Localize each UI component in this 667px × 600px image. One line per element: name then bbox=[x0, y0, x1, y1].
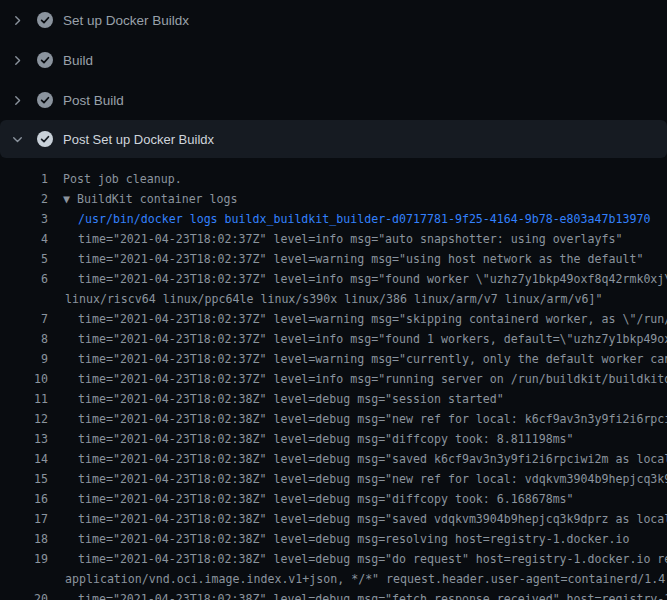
log-row: 19 time="2021-04-23T18:02:38Z" level=debu… bbox=[0, 549, 667, 569]
log-row: 20 time="2021-04-23T18:02:38Z" level=debu… bbox=[0, 589, 667, 600]
log-line-number[interactable]: 11 bbox=[0, 389, 48, 409]
step-title: Set up Docker Buildx bbox=[63, 13, 189, 28]
check-circle-icon bbox=[37, 92, 53, 108]
steps-list: Set up Docker Buildx Build Post Build Post … bbox=[0, 0, 667, 158]
log-line-number[interactable]: 18 bbox=[0, 529, 48, 549]
log-line-text: time="2021-04-23T18:02:38Z" level=debug … bbox=[78, 549, 667, 569]
step-title: Build bbox=[63, 53, 93, 68]
log-line-number[interactable]: 4 bbox=[0, 229, 48, 249]
chevron-down-icon bbox=[12, 131, 23, 147]
log-line-text: time="2021-04-23T18:02:38Z" level=debug … bbox=[78, 529, 629, 549]
log-line-number[interactable]: 2 bbox=[0, 189, 48, 209]
log-line-text: time="2021-04-23T18:02:38Z" level=debug … bbox=[78, 429, 574, 449]
log-command-text: /usr/bin/docker logs buildx_buildkit_bui… bbox=[78, 209, 650, 229]
log-row: 2 ▼ BuildKit container logs bbox=[0, 189, 667, 209]
log-line-text: time="2021-04-23T18:02:38Z" level=debug … bbox=[78, 409, 667, 429]
step-header-post-set-up-docker-buildx[interactable]: Post Set up Docker Buildx bbox=[0, 120, 667, 158]
step-header-set-up-docker-buildx[interactable]: Set up Docker Buildx bbox=[0, 0, 667, 40]
log-row: 18 time="2021-04-23T18:02:38Z" level=debu… bbox=[0, 529, 667, 549]
log-line-number[interactable]: 15 bbox=[0, 469, 48, 489]
step-header-post-build[interactable]: Post Build bbox=[0, 80, 667, 120]
log-line-text: time="2021-04-23T18:02:37Z" level=info m… bbox=[78, 329, 667, 349]
log-line-text: application/vnd.oci.image.index.v1+json,… bbox=[65, 569, 667, 589]
log-row: 5 time="2021-04-23T18:02:37Z" level=warni… bbox=[0, 249, 667, 269]
log-row: 14 time="2021-04-23T18:02:38Z" level=debu… bbox=[0, 449, 667, 469]
log-line-number[interactable]: 14 bbox=[0, 449, 48, 469]
log-line-number[interactable]: 13 bbox=[0, 429, 48, 449]
log-line-text: time="2021-04-23T18:02:37Z" level=warnin… bbox=[78, 349, 667, 369]
log-line-text: time="2021-04-23T18:02:38Z" level=debug … bbox=[78, 489, 574, 509]
chevron-right-icon bbox=[12, 52, 23, 68]
log-line-number[interactable]: 9 bbox=[0, 349, 48, 369]
log-line-text: time="2021-04-23T18:02:37Z" level=info m… bbox=[78, 229, 622, 249]
log-row: 16 time="2021-04-23T18:02:38Z" level=debu… bbox=[0, 489, 667, 509]
log-line-number[interactable]: 16 bbox=[0, 489, 48, 509]
log-row: linux/riscv64 linux/ppc64le linux/s390x … bbox=[0, 289, 667, 309]
log-line-number[interactable]: 10 bbox=[0, 369, 48, 389]
check-circle-icon bbox=[37, 12, 53, 28]
log-line-number[interactable]: 5 bbox=[0, 249, 48, 269]
log-line-number[interactable]: 20 bbox=[0, 589, 48, 600]
log-line-number[interactable]: 6 bbox=[0, 269, 48, 289]
log-line-text: time="2021-04-23T18:02:38Z" level=debug … bbox=[78, 469, 667, 489]
log-line-text: time="2021-04-23T18:02:38Z" level=debug … bbox=[78, 389, 504, 409]
log-row: 8 time="2021-04-23T18:02:37Z" level=info … bbox=[0, 329, 667, 349]
chevron-right-icon bbox=[12, 92, 23, 108]
log-line-text: time="2021-04-23T18:02:37Z" level=info m… bbox=[78, 269, 667, 289]
log-line-text: time="2021-04-23T18:02:37Z" level=info m… bbox=[78, 369, 667, 389]
step-header-build[interactable]: Build bbox=[0, 40, 667, 80]
log-row: 7 time="2021-04-23T18:02:37Z" level=warni… bbox=[0, 309, 667, 329]
log-line-number[interactable]: 19 bbox=[0, 549, 48, 569]
log-row: 9 time="2021-04-23T18:02:37Z" level=warni… bbox=[0, 349, 667, 369]
log-line-text: time="2021-04-23T18:02:37Z" level=warnin… bbox=[78, 309, 667, 329]
log-group-toggle[interactable]: ▼ BuildKit container logs bbox=[63, 189, 238, 209]
log-line-text: time="2021-04-23T18:02:38Z" level=debug … bbox=[78, 589, 667, 600]
log-line-number[interactable]: 1 bbox=[0, 169, 48, 189]
log-line-number bbox=[0, 289, 48, 309]
log-row: 10 time="2021-04-23T18:02:37Z" level=info… bbox=[0, 369, 667, 389]
log-output: 1 Post job cleanup. 2 ▼ BuildKit container … bbox=[0, 169, 667, 600]
log-row: 12 time="2021-04-23T18:02:38Z" level=debu… bbox=[0, 409, 667, 429]
log-line-text: Post job cleanup. bbox=[63, 169, 182, 189]
log-row: 13 time="2021-04-23T18:02:38Z" level=debu… bbox=[0, 429, 667, 449]
log-line-text: time="2021-04-23T18:02:38Z" level=debug … bbox=[78, 509, 667, 529]
log-line-number[interactable]: 7 bbox=[0, 309, 48, 329]
chevron-right-icon bbox=[12, 12, 23, 28]
check-circle-icon bbox=[37, 52, 53, 68]
log-line-text: time="2021-04-23T18:02:37Z" level=warnin… bbox=[78, 249, 643, 269]
log-row: 17 time="2021-04-23T18:02:38Z" level=debu… bbox=[0, 509, 667, 529]
log-row: 11 time="2021-04-23T18:02:38Z" level=debu… bbox=[0, 389, 667, 409]
step-title: Post Build bbox=[63, 93, 124, 108]
log-row: 4 time="2021-04-23T18:02:37Z" level=info … bbox=[0, 229, 667, 249]
log-line-number[interactable]: 8 bbox=[0, 329, 48, 349]
log-row: application/vnd.oci.image.index.v1+json,… bbox=[0, 569, 667, 589]
check-circle-icon bbox=[37, 131, 53, 147]
log-line-number[interactable]: 3 bbox=[0, 209, 48, 229]
log-row: 6 time="2021-04-23T18:02:37Z" level=info … bbox=[0, 269, 667, 289]
step-title: Post Set up Docker Buildx bbox=[63, 132, 214, 147]
log-row: 15 time="2021-04-23T18:02:38Z" level=debu… bbox=[0, 469, 667, 489]
log-line-number[interactable]: 12 bbox=[0, 409, 48, 429]
log-line-number[interactable]: 17 bbox=[0, 509, 48, 529]
log-line-number bbox=[0, 569, 48, 589]
log-row: 3/usr/bin/docker logs buildx_buildkit_bu… bbox=[0, 209, 667, 229]
log-line-text: linux/riscv64 linux/ppc64le linux/s390x … bbox=[65, 289, 602, 309]
log-row: 1 Post job cleanup. bbox=[0, 169, 667, 189]
log-line-text: time="2021-04-23T18:02:38Z" level=debug … bbox=[78, 449, 667, 469]
